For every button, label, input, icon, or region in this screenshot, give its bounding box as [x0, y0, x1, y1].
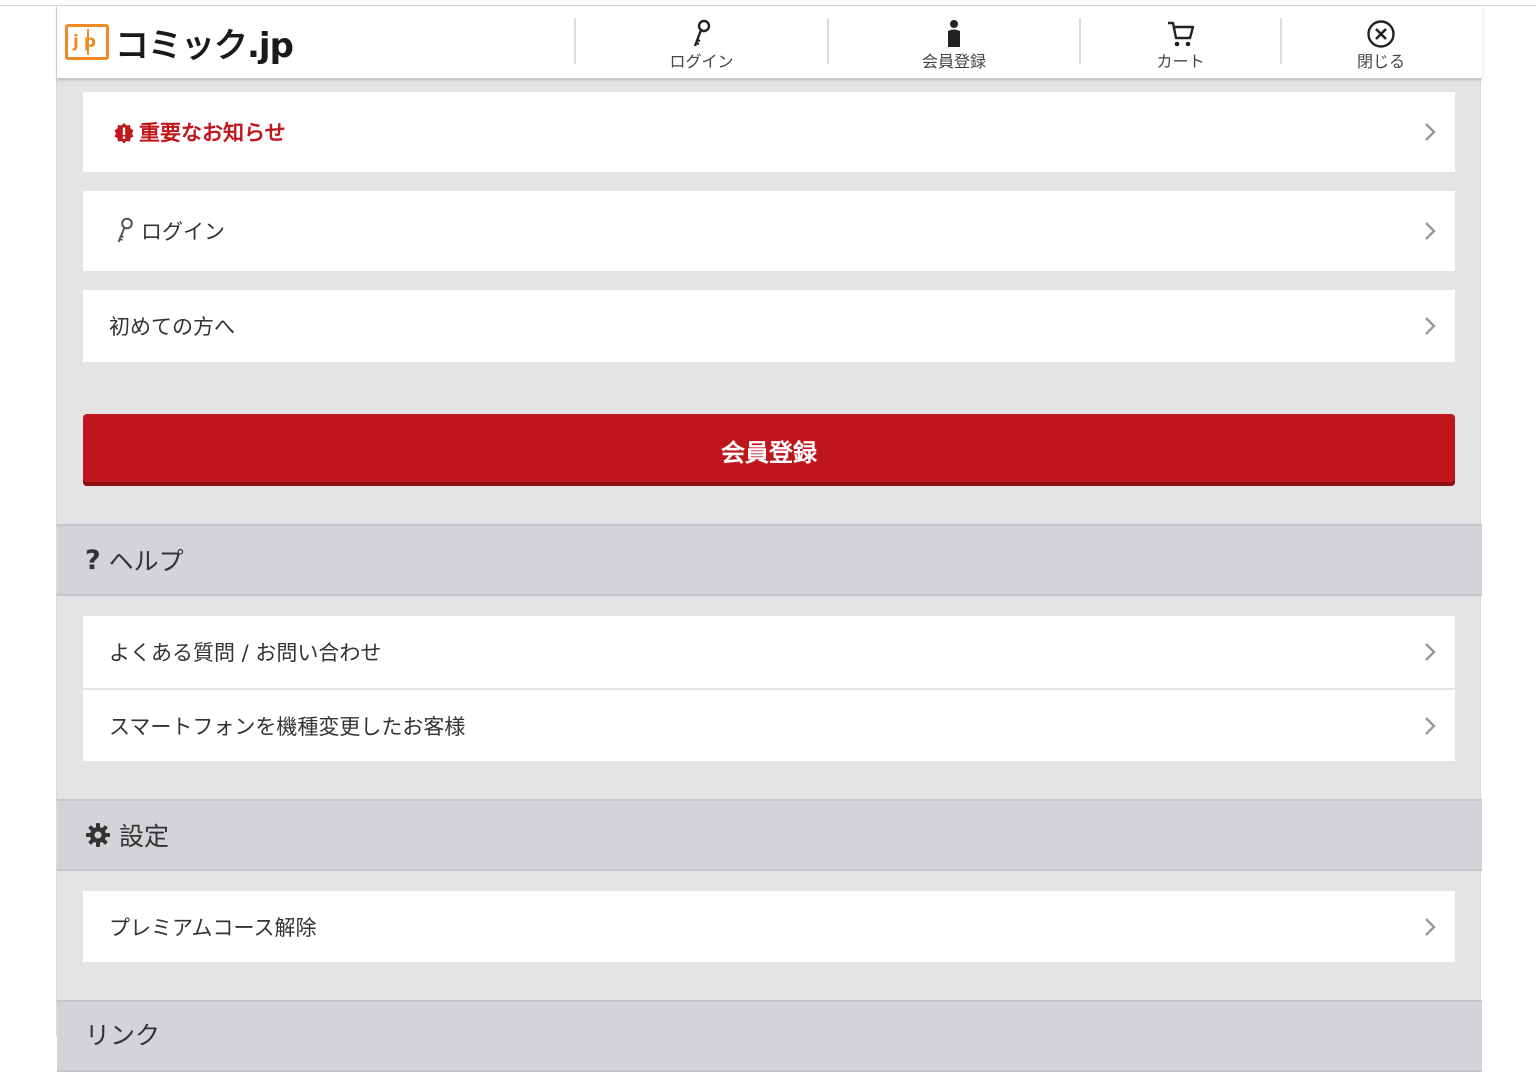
header-bar: jp コミック.jp ログイン 会員登録 カート 閉じる: [57, 6, 1482, 78]
nav-close-label: 閉じる: [1356, 52, 1405, 71]
device-change-item[interactable]: スマートフォンを機種変更したお客様: [83, 690, 1455, 761]
faq-contact-label: よくある質問 / お問い合わせ: [109, 641, 382, 665]
chevron-right-icon: [1425, 222, 1436, 240]
first-time-guide-item[interactable]: 初めての方へ: [83, 290, 1455, 362]
help-section-title: ヘルプ: [108, 547, 184, 576]
nav-login-button[interactable]: ログイン: [576, 6, 827, 78]
nav-close-button[interactable]: 閉じる: [1282, 6, 1480, 78]
header-nav: ログイン 会員登録 カート 閉じる: [574, 6, 1480, 78]
links-section-title: リンク: [85, 1021, 161, 1050]
chevron-right-icon: [1425, 917, 1436, 936]
key-icon: [691, 18, 713, 50]
nav-register-label: 会員登録: [921, 52, 986, 71]
site-logo[interactable]: jp コミック.jp: [65, 20, 294, 66]
chevron-right-icon: [1425, 317, 1436, 335]
important-notice-item[interactable]: 重要なお知らせ: [83, 92, 1455, 172]
cart-icon: [1166, 18, 1196, 50]
key-icon: [115, 217, 135, 249]
help-section-header: ? ヘルプ: [57, 524, 1482, 596]
chevron-right-icon: [1425, 716, 1436, 735]
nav-register-button[interactable]: 会員登録: [829, 6, 1079, 78]
nav-login-label: ログイン: [669, 52, 734, 71]
device-change-label: スマートフォンを機種変更したお客様: [109, 714, 466, 739]
links-section-header: リンク: [57, 1000, 1482, 1072]
premium-cancel-label: プレミアムコース解除: [109, 915, 317, 940]
important-notice-label: 重要なお知らせ: [139, 121, 286, 145]
logo-mark-text: jp: [73, 32, 101, 52]
question-mark-icon: ?: [85, 544, 101, 576]
login-item[interactable]: ログイン: [83, 191, 1455, 271]
gear-icon: [85, 822, 111, 848]
first-time-guide-label: 初めての方へ: [109, 315, 235, 339]
nav-cart-label: カート: [1156, 52, 1205, 71]
register-button[interactable]: 会員登録: [83, 414, 1455, 486]
register-button-label: 会員登録: [721, 438, 817, 467]
logo-mark: jp: [65, 24, 109, 60]
chevron-right-icon: [1425, 123, 1436, 141]
settings-section-header: 設定: [57, 799, 1482, 871]
login-label: ログイン: [141, 220, 225, 244]
settings-section-title: 設定: [119, 822, 170, 851]
person-icon: [944, 18, 964, 50]
premium-cancel-item[interactable]: プレミアムコース解除: [83, 891, 1455, 962]
nav-cart-button[interactable]: カート: [1081, 6, 1280, 78]
side-menu-panel: jp コミック.jp ログイン 会員登録 カート 閉じる 重要なお知らせ ログイ…: [56, 6, 1482, 1072]
close-circle-icon: [1366, 18, 1396, 50]
chevron-right-icon: [1425, 643, 1436, 661]
faq-contact-item[interactable]: よくある質問 / お問い合わせ: [83, 616, 1455, 688]
logo-text: コミック.jp: [115, 25, 294, 66]
alert-icon: [113, 122, 135, 148]
